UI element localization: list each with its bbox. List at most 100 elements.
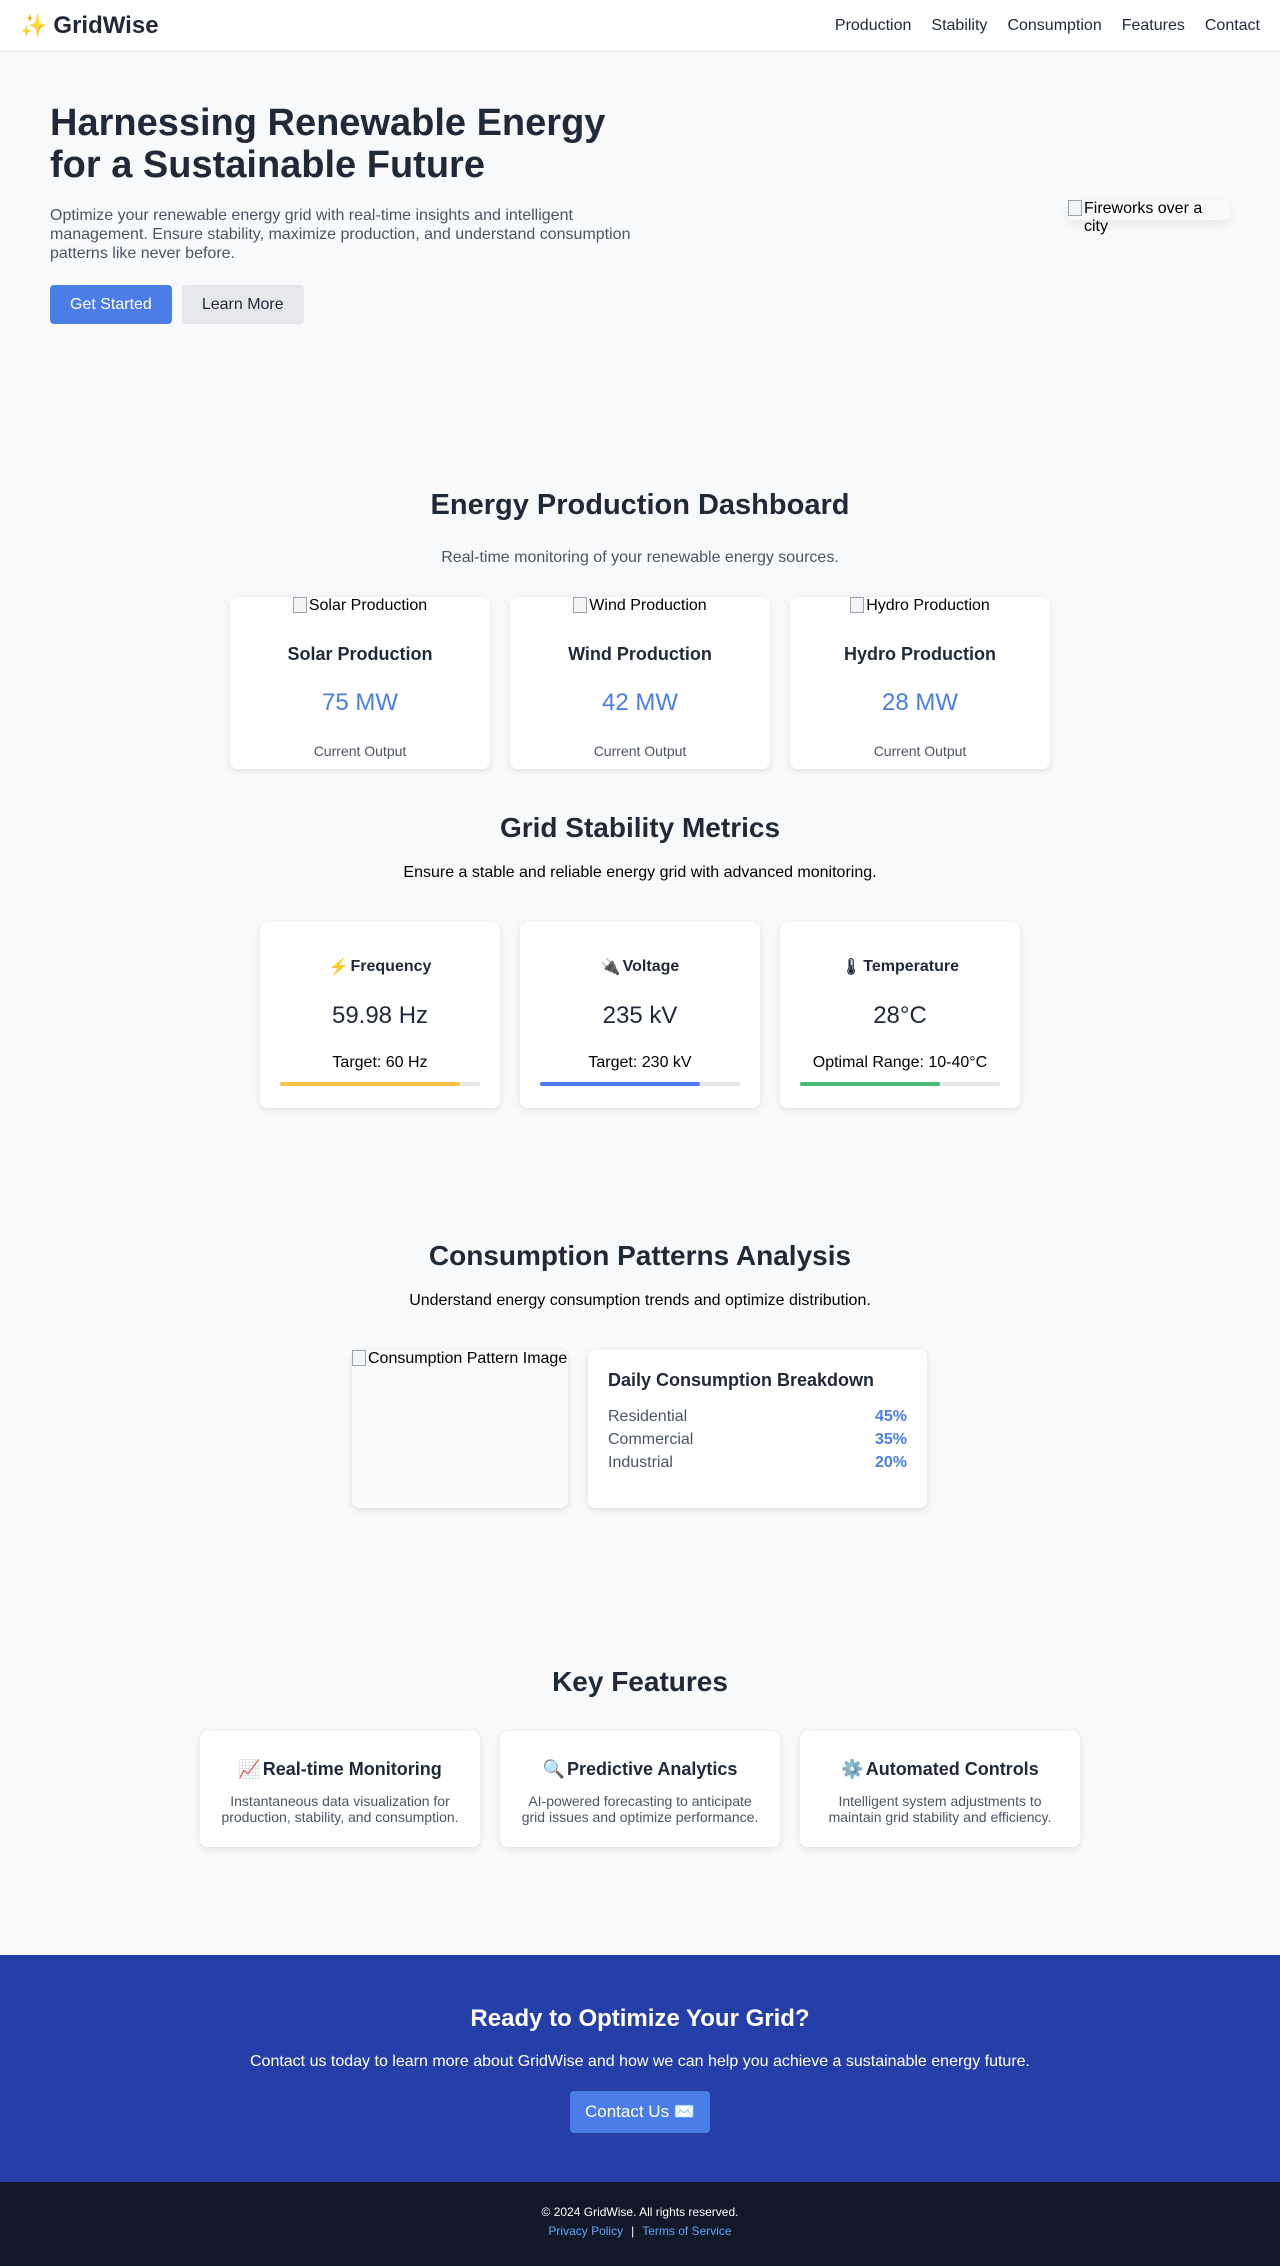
progress-bar-fill — [540, 1082, 700, 1086]
solar-production-card: Solar Production Solar Production 75 MW … — [230, 597, 490, 769]
wind-image-alt: Wind Production — [589, 597, 707, 614]
hero-buttons: Get Started Learn More — [50, 285, 650, 324]
brand-name: GridWise — [53, 11, 159, 39]
thermometer-icon: 🌡 — [840, 959, 862, 976]
broken-image-icon — [292, 597, 307, 613]
learn-more-button[interactable]: Learn More — [181, 285, 304, 324]
card-caption: Current Output — [593, 743, 687, 759]
feature-title: 📈 Real-time Monitoring — [200, 1759, 480, 1780]
features-section: Key Features 📈 Real-time Monitoring Inst… — [0, 1666, 1280, 1955]
consumption-section: Consumption Patterns Analysis Understand… — [0, 1206, 1280, 1666]
top-nav: ✨ GridWise Production Stability Consumpt… — [0, 0, 1280, 52]
chart-increasing-icon: 📈 — [238, 1759, 261, 1779]
card-title-text: Frequency — [350, 958, 432, 975]
card-title: Wind Production — [568, 644, 712, 664]
card-title: 🌡 Temperature — [780, 957, 1020, 977]
card-title: ⚡ Frequency — [260, 957, 500, 977]
card-value: 28°C — [873, 1002, 927, 1029]
broken-image-icon — [352, 1350, 366, 1366]
production-cards: Solar Production Solar Production 75 MW … — [230, 597, 1050, 769]
terms-of-service-link[interactable]: Terms of Service — [642, 2224, 731, 2238]
card-target: Target: 230 kV — [588, 1054, 692, 1071]
nav-link-stability[interactable]: Stability — [931, 17, 987, 35]
lightning-icon: ⚡ — [328, 959, 349, 976]
breakdown-label: Commercial — [608, 1431, 694, 1448]
feature-card-analytics: 🔍 Predictive Analytics AI-powered foreca… — [500, 1731, 780, 1847]
footer-copyright: © 2024 GridWise. All rights reserved. — [541, 2205, 739, 2219]
privacy-policy-link[interactable]: Privacy Policy — [548, 2224, 623, 2238]
broken-image-icon — [573, 597, 588, 613]
cta-section: Ready to Optimize Your Grid? Contact us … — [0, 1955, 1280, 2182]
production-subtitle: Real-time monitoring of your renewable e… — [441, 549, 839, 566]
hero-image-frame — [1068, 200, 1230, 220]
hero-title: Harnessing Renewable Energy for a Sustai… — [50, 102, 606, 186]
card-caption: Current Output — [873, 743, 967, 759]
feature-card-controls: ⚙️ Automated Controls Intelligent system… — [800, 1731, 1080, 1847]
wind-production-card: Wind Production Wind Production 42 MW Cu… — [510, 597, 770, 769]
feature-title: ⚙️ Automated Controls — [800, 1759, 1080, 1780]
nav-link-contact[interactable]: Contact — [1205, 17, 1260, 35]
production-title: Energy Production Dashboard — [430, 489, 850, 521]
nav-link-consumption[interactable]: Consumption — [1007, 17, 1101, 35]
breakdown-value: 35% — [874, 1431, 907, 1448]
frequency-card: ⚡ Frequency 59.98 Hz Target: 60 Hz — [260, 922, 500, 1108]
consumption-image-alt: Consumption Pattern Image — [368, 1350, 568, 1367]
card-value: 235 kV — [602, 1002, 678, 1029]
breakdown-row: Commercial 35% — [608, 1428, 907, 1451]
cta-title: Ready to Optimize Your Grid? — [470, 2005, 810, 2032]
hero-section: Harnessing Renewable Energy for a Sustai… — [0, 52, 1280, 432]
feature-description: AI-powered forecasting to anticipate gri… — [521, 1793, 759, 1825]
card-caption: Current Output — [313, 743, 407, 759]
card-title: Hydro Production — [844, 644, 996, 664]
hero-text: Harnessing Renewable Energy for a Sustai… — [50, 102, 650, 324]
contact-us-button[interactable]: Contact Us ✉️ — [570, 2091, 710, 2133]
plug-icon: 🔌 — [600, 959, 621, 976]
footer-links: Privacy Policy | Terms of Service — [0, 2224, 1280, 2238]
stability-title: Grid Stability Metrics — [499, 812, 781, 843]
hydro-production-card: Hydro Production Hydro Production 28 MW … — [790, 597, 1050, 769]
breakdown-label: Residential — [608, 1408, 688, 1425]
consumption-pattern-image: Consumption Pattern Image — [352, 1350, 568, 1508]
progress-bar-fill — [280, 1082, 460, 1086]
brand-logo[interactable]: ✨ GridWise — [20, 12, 159, 40]
card-title: Solar Production — [287, 644, 433, 664]
progress-bar — [540, 1082, 740, 1086]
breakdown-row: Industrial 20% — [608, 1451, 907, 1474]
nav-link-features[interactable]: Features — [1122, 17, 1185, 35]
card-target: Target: 60 Hz — [332, 1054, 428, 1071]
breakdown-row: Residential 45% — [608, 1405, 907, 1428]
broken-image-icon — [850, 597, 865, 613]
breakdown-value: 20% — [874, 1454, 907, 1471]
gear-icon: ⚙️ — [841, 1759, 864, 1779]
hydro-image-alt: Hydro Production — [866, 597, 990, 614]
consumption-subtitle: Understand energy consumption trends and… — [409, 1292, 871, 1309]
get-started-button[interactable]: Get Started — [50, 285, 172, 324]
card-title-text: Temperature — [863, 958, 960, 975]
features-title: Key Features — [552, 1666, 728, 1697]
nav-link-production[interactable]: Production — [835, 17, 912, 35]
card-value: 75 MW — [321, 689, 398, 716]
voltage-card: 🔌 Voltage 235 kV Target: 230 kV — [520, 922, 760, 1108]
feature-card-monitoring: 📈 Real-time Monitoring Instantaneous dat… — [200, 1731, 480, 1847]
hydro-image: Hydro Production — [790, 597, 1050, 615]
stability-subtitle: Ensure a stable and reliable energy grid… — [403, 864, 877, 881]
feature-title-text: Automated Controls — [865, 1759, 1039, 1779]
card-value: 42 MW — [601, 689, 678, 716]
cta-description: Contact us today to learn more about Gri… — [249, 2053, 1030, 2070]
feature-title: 🔍 Predictive Analytics — [500, 1759, 780, 1780]
footer-separator: | — [631, 2224, 635, 2238]
solar-image-alt: Solar Production — [308, 597, 428, 614]
feature-description: Intelligent system adjustments to mainta… — [828, 1793, 1052, 1825]
feature-description: Instantaneous data visualization for pro… — [221, 1793, 459, 1825]
hero-image: Fireworks over a city — [1068, 200, 1230, 274]
consumption-title: Consumption Patterns Analysis — [428, 1240, 852, 1271]
card-title: 🔌 Voltage — [520, 957, 760, 977]
breakdown-value: 45% — [874, 1408, 907, 1425]
nav-links: Production Stability Consumption Feature… — [835, 17, 1260, 35]
hero-description: Optimize your renewable energy grid with… — [50, 207, 631, 262]
breakdown-label: Industrial — [608, 1454, 673, 1471]
progress-bar — [800, 1082, 1000, 1086]
card-target: Optimal Range: 10-40°C — [812, 1054, 988, 1071]
feature-cards: 📈 Real-time Monitoring Instantaneous dat… — [200, 1731, 1080, 1847]
solar-image: Solar Production — [230, 597, 490, 615]
